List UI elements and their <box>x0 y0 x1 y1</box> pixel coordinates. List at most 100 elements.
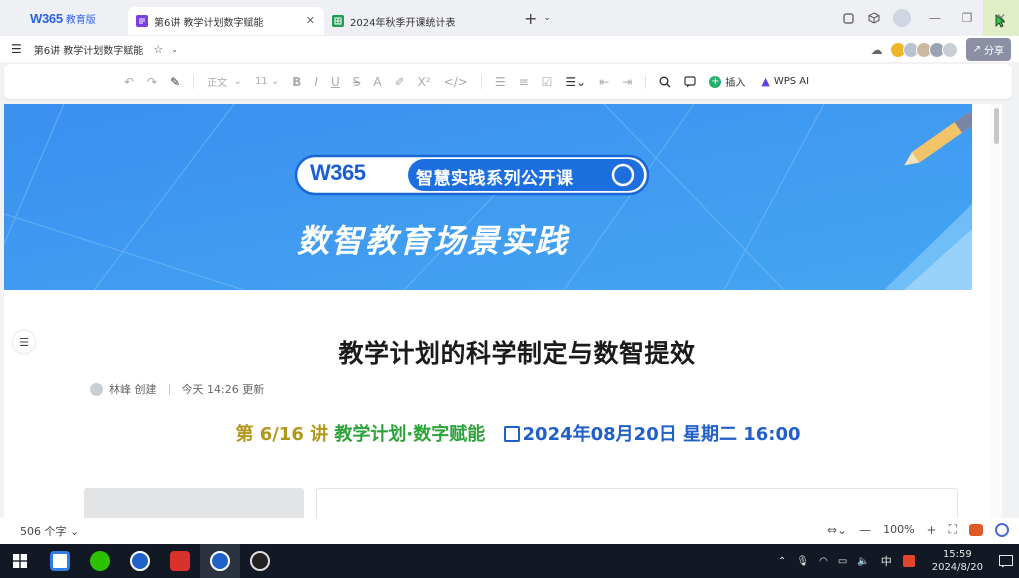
brand-edition: 教育版 <box>65 14 96 26</box>
highlight-icon[interactable]: ✐ <box>395 75 405 89</box>
tab-bar: W365 教育版 第6讲 教学计划数字赋能 ✕ 2024年秋季开课统计表 + ⌄… <box>0 0 1019 36</box>
volume-icon[interactable]: 🔈 <box>857 556 869 567</box>
doc-icon <box>136 15 148 27</box>
status-bar: 506 个字 ⌄ ⇔⌄ — 100% + ⛶ <box>0 518 1019 544</box>
sogou-ime-icon[interactable] <box>902 555 915 567</box>
taskbar-app-browser[interactable] <box>40 544 80 578</box>
font-size-select[interactable]: 11 ⌄ <box>255 76 279 87</box>
window-controls: — ❐ ✕ <box>835 0 1019 36</box>
hamburger-menu-icon[interactable]: ☰ <box>11 42 22 56</box>
tab-lesson-doc[interactable]: 第6讲 教学计划数字赋能 ✕ <box>128 7 324 35</box>
video-icon[interactable] <box>969 523 983 536</box>
last-updated: 今天 14:26 更新 <box>181 383 265 396</box>
superscript-icon[interactable]: X² <box>418 75 431 89</box>
word-count[interactable]: 506 个字 ⌄ <box>20 523 79 539</box>
browser-app-icon <box>50 551 70 571</box>
taskbar-app-recorder[interactable] <box>240 544 280 578</box>
assistant-icon[interactable] <box>995 522 1009 537</box>
page-width-icon[interactable]: ⇔⌄ <box>827 523 847 537</box>
new-tab-button[interactable]: + <box>524 9 537 28</box>
document-name[interactable]: 第6讲 教学计划数字赋能 <box>34 42 144 57</box>
lesson-subtitle[interactable]: 第 6/16 讲 教学计划·数字赋能 2024年08月20日 星期二 16:00 <box>4 420 1002 446</box>
tab-spreadsheet[interactable]: 2024年秋季开课统计表 <box>324 7 514 35</box>
chevron-down-icon[interactable]: ⌄ <box>543 13 551 23</box>
wps-ai-button[interactable]: ▲ WPS AI <box>761 75 809 88</box>
checklist-icon[interactable]: ☑ <box>542 75 553 89</box>
zoom-level[interactable]: 100% <box>883 523 914 536</box>
restore-window-icon[interactable] <box>835 12 861 24</box>
sogou-browser-icon <box>130 551 150 571</box>
tab-label: 2024年秋季开课统计表 <box>350 17 456 29</box>
redo-icon[interactable]: ↷ <box>147 75 157 89</box>
clock-date: 2024/8/20 <box>931 562 983 573</box>
brand-logo[interactable]: W365 教育版 <box>0 0 128 36</box>
document-header: ☰ 第6讲 教学计划数字赋能 ☆ ⌄ ☁ ↗ 分享 <box>0 36 1019 62</box>
chevron-down-icon[interactable]: ⌄ <box>171 45 178 54</box>
author-avatar <box>90 382 103 396</box>
calendar-icon <box>503 426 520 442</box>
strikethrough-icon[interactable]: S <box>353 75 361 89</box>
notification-icon[interactable] <box>993 554 1019 568</box>
zoom-in-icon[interactable]: + <box>927 523 937 537</box>
wps-ai-icon: ▲ <box>761 75 770 88</box>
undo-icon[interactable]: ↶ <box>124 75 134 89</box>
fullscreen-icon[interactable]: ⛶ <box>949 522 957 537</box>
format-painter-icon[interactable]: ✎ <box>170 75 180 89</box>
chevron-up-icon[interactable]: ⌃ <box>778 556 786 567</box>
paragraph-style-select[interactable]: 正文 ⌄ <box>207 74 242 89</box>
windows-start-icon[interactable] <box>0 554 40 568</box>
scrollbar-thumb[interactable] <box>994 108 999 144</box>
outdent-icon[interactable]: ⇤ <box>599 75 609 89</box>
word-count-value: 506 个字 <box>20 525 67 538</box>
battery-icon[interactable]: ▭ <box>838 556 847 567</box>
code-icon[interactable]: </> <box>444 75 468 89</box>
comment-icon[interactable] <box>684 75 696 88</box>
bold-icon[interactable]: B <box>292 75 301 89</box>
document-title[interactable]: 教学计划的科学制定与数智提效 <box>4 334 1002 370</box>
font-color-icon[interactable]: A <box>373 75 381 89</box>
zoom-out-icon[interactable]: — <box>859 523 871 537</box>
document-canvas[interactable]: W365 智慧实践系列公开课 数智教育场景实践 ☰ 教学计划的科学制定与数智提效… <box>4 104 1002 518</box>
taskbar-app-wps[interactable] <box>160 544 200 578</box>
share-button[interactable]: ↗ 分享 <box>965 38 1011 61</box>
insert-label: 插入 <box>725 78 746 89</box>
align-icon[interactable]: ☰⌄ <box>565 75 586 89</box>
banner-series-title: 智慧实践系列公开课 <box>416 169 574 189</box>
taskbar: ⌃ 🎙 ◠ ▭ 🔈 中 15:59 2024/8/20 <box>0 544 1019 578</box>
share-icon: ↗ <box>972 44 981 55</box>
bullet-list-icon[interactable]: ☰ <box>495 75 506 89</box>
share-label: 分享 <box>984 46 1004 57</box>
cube-icon[interactable] <box>861 12 887 24</box>
clock[interactable]: 15:59 2024/8/20 <box>932 548 983 574</box>
mouse-cursor-icon <box>995 14 1005 28</box>
plus-icon: + <box>709 75 722 88</box>
wps-ai-label: WPS AI <box>773 76 810 87</box>
cloud-sync-icon[interactable]: ☁ <box>871 43 883 57</box>
ime-indicator[interactable]: 中 <box>881 553 892 569</box>
document-meta: 林峰 创建 今天 14:26 更新 <box>90 381 264 397</box>
taskbar-app-sogou[interactable] <box>120 544 160 578</box>
divider <box>645 74 647 89</box>
italic-icon[interactable]: I <box>314 75 318 89</box>
search-icon[interactable] <box>659 76 671 88</box>
close-icon[interactable]: ✕ <box>306 14 315 27</box>
numbered-list-icon[interactable]: ≡ <box>519 75 529 89</box>
underline-icon[interactable]: U <box>331 75 340 89</box>
indent-icon[interactable]: ⇥ <box>622 75 632 89</box>
taskbar-app-wechat[interactable] <box>80 544 120 578</box>
microphone-icon[interactable]: 🎙 <box>796 556 809 567</box>
paragraph-style-value: 正文 <box>207 78 228 89</box>
wechat-icon <box>90 551 110 571</box>
wifi-icon[interactable]: ◠ <box>819 556 828 567</box>
insert-button[interactable]: + 插入 <box>709 74 745 89</box>
taskbar-app-sogou-active[interactable] <box>200 544 240 578</box>
content-block-right[interactable] <box>316 488 958 518</box>
maximize-button[interactable]: ❐ <box>951 11 983 25</box>
collaborators: ☁ ↗ 分享 <box>871 38 1011 61</box>
content-block-left[interactable] <box>84 488 304 518</box>
minimize-button[interactable]: — <box>919 11 951 25</box>
scrollbar[interactable] <box>990 104 1002 518</box>
avatar[interactable] <box>941 41 958 58</box>
star-icon[interactable]: ☆ <box>153 43 163 56</box>
user-avatar[interactable] <box>893 9 911 27</box>
